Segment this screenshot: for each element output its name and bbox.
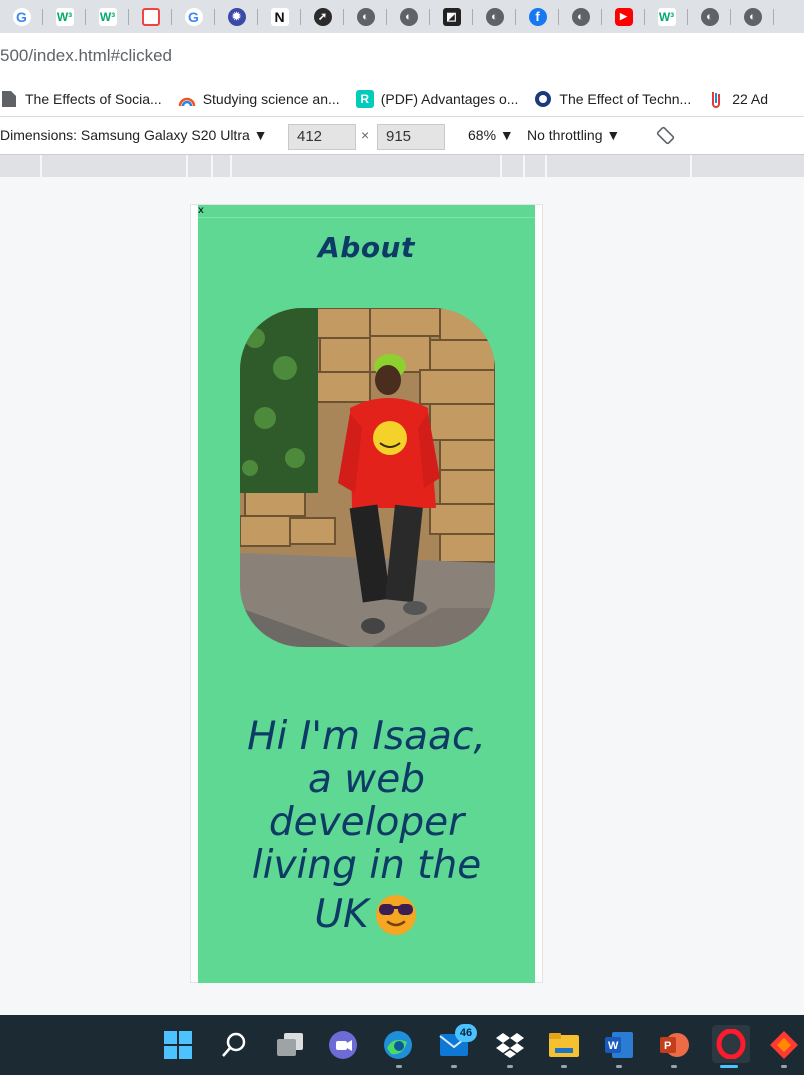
browser-tab[interactable]: ▶ <box>602 0 645 33</box>
browser-tab[interactable]: G <box>0 0 43 33</box>
close-menu-button[interactable]: x <box>198 206 204 216</box>
globe-icon: ◐ <box>743 7 762 26</box>
facebook-icon: f <box>528 7 547 26</box>
hero-line: Hi I'm Isaac, <box>247 714 486 759</box>
browser-tab[interactable]: W³ <box>43 0 86 33</box>
browser-tab[interactable]: ➚ <box>301 0 344 33</box>
browser-tab[interactable] <box>129 0 172 33</box>
portrait-image <box>240 308 495 647</box>
w3schools-icon: W³ <box>55 7 74 26</box>
divider <box>198 217 535 218</box>
bookmark-label: 22 Ad <box>732 90 769 107</box>
opera-icon[interactable] <box>712 1025 750 1063</box>
bookmarks-bar: The Effects of Socia... Studying science… <box>0 81 804 117</box>
browser-tab[interactable]: G <box>172 0 215 33</box>
dropbox-icon[interactable] <box>494 1029 526 1061</box>
profile-photo <box>240 308 495 647</box>
times-sign: × <box>361 127 370 143</box>
globe-icon: ◐ <box>356 7 375 26</box>
address-bar[interactable]: 500/index.html#clicked <box>0 33 804 81</box>
url-text[interactable]: 500/index.html#clicked <box>0 46 172 66</box>
rainbow-icon <box>178 97 195 106</box>
browser-tab[interactable]: ◐ <box>473 0 516 33</box>
word-icon[interactable]: W <box>603 1029 635 1061</box>
browser-tab[interactable]: ◐ <box>731 0 774 33</box>
throttling-select[interactable]: No throttling ▼ <box>527 127 620 143</box>
rotate-icon[interactable] <box>656 126 675 145</box>
notion-icon: N <box>270 7 289 26</box>
browser-tab[interactable]: N <box>258 0 301 33</box>
grid-icon <box>141 7 160 26</box>
crest-icon <box>535 90 552 107</box>
dark-app-icon: ➚ <box>313 7 332 26</box>
browser-tab[interactable]: W³ <box>645 0 688 33</box>
hero-line: living in the <box>251 843 482 888</box>
bookmark-item[interactable]: Studying science an... <box>178 90 340 108</box>
bookmark-label: (PDF) Advantages o... <box>380 90 519 107</box>
svg-text:W: W <box>608 1040 619 1052</box>
globe-icon: ◐ <box>485 7 504 26</box>
windows-start-icon[interactable] <box>162 1029 194 1061</box>
clip-icon <box>712 91 721 108</box>
browser-tab[interactable]: ◩ <box>430 0 473 33</box>
svg-text:P: P <box>664 1040 671 1052</box>
mail-badge: 46 <box>455 1024 477 1042</box>
browser-tab[interactable]: W³ <box>86 0 129 33</box>
sunglasses-emoji-icon <box>375 895 416 935</box>
browser-tab[interactable]: ◐ <box>344 0 387 33</box>
browser-tab[interactable]: ◐ <box>387 0 430 33</box>
tab-strip: G W³ W³ G ✹ N ➚ ◐ ◐ ◩ ◐ f ◐ ▶ W³ ◐ ◐ <box>0 0 804 33</box>
zoom-select[interactable]: 68% ▼ <box>468 127 514 143</box>
hero-line: UK <box>314 891 369 937</box>
globe-icon: ◐ <box>399 7 418 26</box>
height-input[interactable]: 915 <box>377 124 445 150</box>
browser-tab[interactable]: ✹ <box>215 0 258 33</box>
search-icon[interactable] <box>218 1029 250 1061</box>
w3schools-icon: W³ <box>657 7 676 26</box>
hero-line: developer <box>268 800 465 845</box>
google-icon: G <box>184 7 203 26</box>
bookmark-label: The Effects of Socia... <box>25 90 162 107</box>
browser-tab[interactable]: ◐ <box>688 0 731 33</box>
w3schools-icon: W³ <box>98 7 117 26</box>
square-app-icon: ◩ <box>442 7 461 26</box>
bookmark-item[interactable]: The Effect of Techn... <box>534 90 691 108</box>
device-dimensions-select[interactable]: Dimensions: Samsung Galaxy S20 Ultra ▼ <box>0 127 268 143</box>
browser-tab[interactable]: ◐ <box>559 0 602 33</box>
gear-icon: ✹ <box>227 7 246 26</box>
powerpoint-icon[interactable]: P <box>658 1029 690 1061</box>
device-toolbar: Dimensions: Samsung Galaxy S20 Ultra ▼ 4… <box>0 117 804 155</box>
page-viewport: x About Hi I'm Isaac, a web developer li… <box>198 205 535 983</box>
file-explorer-icon[interactable] <box>548 1029 580 1061</box>
bookmark-label: Studying science an... <box>202 90 340 107</box>
bookmark-label: The Effect of Techn... <box>559 90 692 107</box>
chat-icon[interactable] <box>327 1029 359 1061</box>
task-view-icon[interactable] <box>274 1029 306 1061</box>
bookmark-item[interactable]: The Effects of Socia... <box>0 90 162 108</box>
width-input[interactable]: 412 <box>288 124 356 150</box>
hero-last-line: UK <box>198 891 535 937</box>
app-icon[interactable] <box>768 1029 800 1061</box>
globe-icon: ◐ <box>571 7 590 26</box>
bookmark-item[interactable]: R (PDF) Advantages o... <box>355 89 519 108</box>
browser-tab[interactable]: f <box>516 0 559 33</box>
media-query-ruler[interactable] <box>0 155 804 177</box>
bookmark-item[interactable]: 22 Ad <box>707 90 768 108</box>
youtube-icon: ▶ <box>614 7 633 26</box>
g-icon: G <box>12 7 31 26</box>
researchgate-icon: R <box>355 89 374 108</box>
globe-icon: ◐ <box>700 7 719 26</box>
document-icon <box>2 90 16 107</box>
page-title: About <box>318 231 415 264</box>
taskbar: W P <box>0 1015 804 1075</box>
hero-text: Hi I'm Isaac, a web developer living in … <box>198 715 535 937</box>
edge-icon[interactable] <box>382 1029 414 1061</box>
hero-line: a web <box>308 757 425 802</box>
